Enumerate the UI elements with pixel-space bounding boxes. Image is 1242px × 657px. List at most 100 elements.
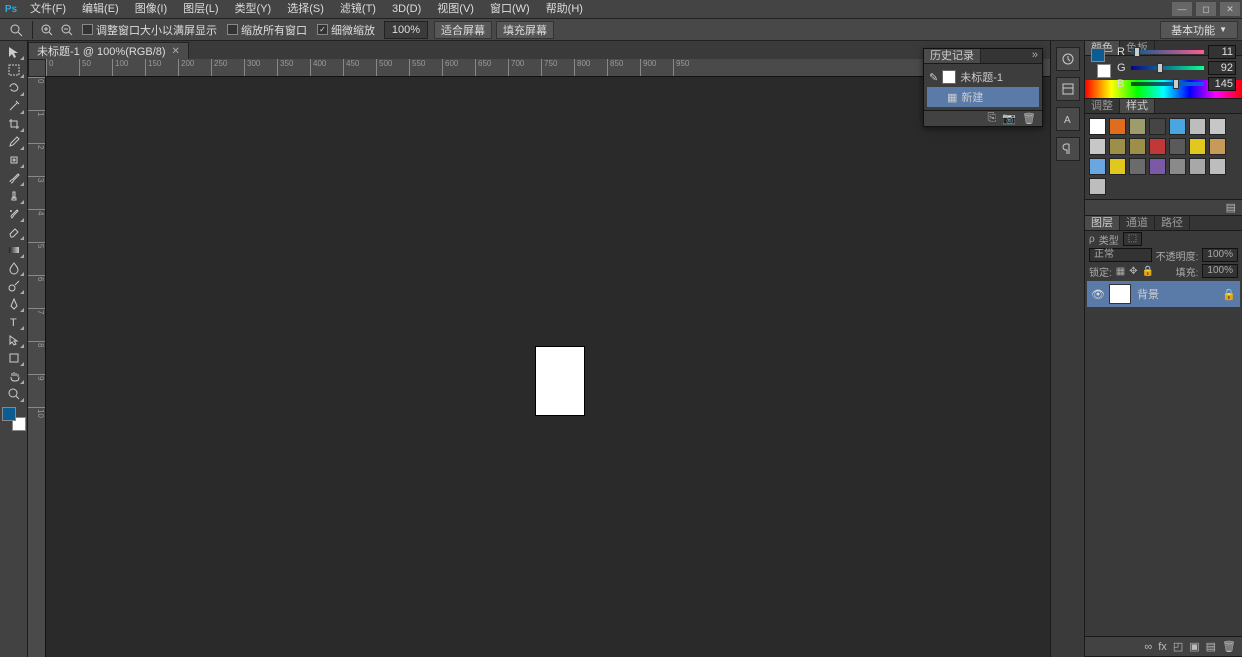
- fg-swatch-large[interactable]: [1091, 48, 1105, 62]
- fill-field[interactable]: 100%: [1202, 264, 1238, 278]
- menu-filter[interactable]: 滤镜(T): [332, 0, 384, 19]
- style-swatch[interactable]: [1149, 138, 1166, 155]
- brush-tool[interactable]: [3, 169, 25, 187]
- foreground-swatch[interactable]: [2, 407, 16, 421]
- minimize-button[interactable]: —: [1172, 2, 1192, 16]
- strip-properties-icon[interactable]: [1056, 77, 1080, 101]
- menu-type[interactable]: 类型(Y): [227, 0, 280, 19]
- fill-screen-button[interactable]: 填充屏幕: [496, 21, 554, 39]
- style-swatch[interactable]: [1189, 138, 1206, 155]
- style-swatch[interactable]: [1169, 138, 1186, 155]
- canvas-viewport[interactable]: 0501001502002503003504004505005506006507…: [28, 59, 1050, 657]
- eyedropper-tool[interactable]: [3, 133, 25, 151]
- style-swatch[interactable]: [1129, 118, 1146, 135]
- style-swatch[interactable]: [1129, 158, 1146, 175]
- marquee-tool[interactable]: [3, 61, 25, 79]
- style-swatch[interactable]: [1209, 158, 1226, 175]
- wand-tool[interactable]: [3, 97, 25, 115]
- style-swatch[interactable]: [1129, 138, 1146, 155]
- styles-menu-icon[interactable]: ▤: [1226, 201, 1236, 214]
- layer-mask-icon[interactable]: ◰: [1173, 640, 1183, 653]
- hand-tool[interactable]: [3, 367, 25, 385]
- move-tool[interactable]: [3, 43, 25, 61]
- r-slider[interactable]: [1131, 47, 1204, 57]
- g-slider[interactable]: [1131, 63, 1204, 73]
- bg-swatch-large[interactable]: [1097, 64, 1111, 78]
- style-swatch[interactable]: [1149, 118, 1166, 135]
- b-slider[interactable]: [1131, 79, 1204, 89]
- style-swatch[interactable]: [1109, 118, 1126, 135]
- menu-view[interactable]: 视图(V): [429, 0, 482, 19]
- delete-layer-icon[interactable]: 🗑: [1222, 640, 1236, 653]
- create-doc-from-state-icon[interactable]: ⎘: [988, 112, 997, 125]
- current-tool-icon[interactable]: [4, 21, 28, 39]
- strip-paragraph-icon[interactable]: [1056, 137, 1080, 161]
- crop-tool[interactable]: [3, 115, 25, 133]
- link-layers-icon[interactable]: ∞: [1144, 641, 1152, 653]
- document-tab[interactable]: 未标题-1 @ 100%(RGB/8) ✕: [28, 42, 189, 59]
- zoom-tool[interactable]: [3, 385, 25, 403]
- lasso-tool[interactable]: [3, 79, 25, 97]
- lock-pixels-icon[interactable]: ▦: [1116, 266, 1125, 277]
- history-brush-tool[interactable]: [3, 205, 25, 223]
- style-swatch[interactable]: [1209, 138, 1226, 155]
- new-layer-icon[interactable]: ▤: [1206, 640, 1216, 653]
- path-select-tool[interactable]: [3, 331, 25, 349]
- opacity-field[interactable]: 100%: [1202, 248, 1238, 262]
- collapse-panel-icon[interactable]: »: [1028, 49, 1042, 63]
- history-step[interactable]: ▦ 新建: [927, 87, 1039, 107]
- fit-screen-button[interactable]: 适合屏幕: [434, 21, 492, 39]
- menu-3d[interactable]: 3D(D): [384, 0, 429, 19]
- menu-select[interactable]: 选择(S): [279, 0, 332, 19]
- menu-file[interactable]: 文件(F): [22, 0, 74, 19]
- menu-layer[interactable]: 图层(L): [175, 0, 226, 19]
- menu-image[interactable]: 图像(I): [127, 0, 175, 19]
- delete-state-icon[interactable]: 🗑: [1022, 112, 1036, 125]
- history-snapshot[interactable]: ✎ 未标题-1: [927, 67, 1039, 87]
- maximize-button[interactable]: ◻: [1196, 2, 1216, 16]
- close-tab-icon[interactable]: ✕: [172, 46, 180, 57]
- layer-name[interactable]: 背景: [1137, 286, 1159, 302]
- dodge-tool[interactable]: [3, 277, 25, 295]
- zoom-in-icon[interactable]: [37, 21, 57, 39]
- type-tool[interactable]: T: [3, 313, 25, 331]
- new-group-icon[interactable]: ▣: [1189, 640, 1199, 653]
- blend-mode[interactable]: 正常: [1089, 248, 1152, 262]
- scrubby-zoom-checkbox[interactable]: ✓细微缩放: [317, 22, 375, 38]
- b-value[interactable]: 145: [1208, 77, 1236, 91]
- color-swatches[interactable]: [2, 407, 26, 431]
- pen-tool[interactable]: [3, 295, 25, 313]
- style-swatch[interactable]: [1169, 118, 1186, 135]
- style-swatch[interactable]: [1089, 138, 1106, 155]
- canvas-page[interactable]: [536, 347, 584, 415]
- style-swatch[interactable]: [1169, 158, 1186, 175]
- horizontal-ruler[interactable]: 0501001502002503003504004505005506006507…: [46, 59, 1050, 77]
- workspace-switcher[interactable]: 基本功能 ▼: [1160, 21, 1238, 39]
- new-snapshot-icon[interactable]: 📷: [1002, 112, 1016, 125]
- style-swatch[interactable]: [1109, 138, 1126, 155]
- resize-window-checkbox[interactable]: 调整窗口大小以满屏显示: [82, 22, 217, 38]
- menu-help[interactable]: 帮助(H): [538, 0, 591, 19]
- stamp-tool[interactable]: [3, 187, 25, 205]
- menu-edit[interactable]: 编辑(E): [74, 0, 127, 19]
- lock-position-icon[interactable]: ✥: [1129, 266, 1137, 277]
- visibility-icon[interactable]: 👁: [1091, 288, 1103, 301]
- tab-layers[interactable]: 图层: [1085, 216, 1120, 230]
- shape-tool[interactable]: [3, 349, 25, 367]
- style-swatch[interactable]: [1109, 158, 1126, 175]
- zoom-out-icon[interactable]: [57, 21, 77, 39]
- eraser-tool[interactable]: [3, 223, 25, 241]
- tab-paths[interactable]: 路径: [1155, 216, 1190, 230]
- style-swatch[interactable]: [1089, 158, 1106, 175]
- heal-tool[interactable]: [3, 151, 25, 169]
- strip-character-icon[interactable]: A: [1056, 107, 1080, 131]
- zoom-all-checkbox[interactable]: 缩放所有窗口: [227, 22, 307, 38]
- tab-styles[interactable]: 样式: [1120, 99, 1155, 113]
- style-swatch[interactable]: [1089, 178, 1106, 195]
- layer-fx-icon[interactable]: fx: [1158, 641, 1167, 653]
- r-value[interactable]: 11: [1208, 45, 1236, 59]
- layer-filter[interactable]: ⬚: [1123, 232, 1142, 246]
- blur-tool[interactable]: [3, 259, 25, 277]
- strip-history-icon[interactable]: [1056, 47, 1080, 71]
- lock-all-icon[interactable]: 🔒: [1142, 266, 1154, 277]
